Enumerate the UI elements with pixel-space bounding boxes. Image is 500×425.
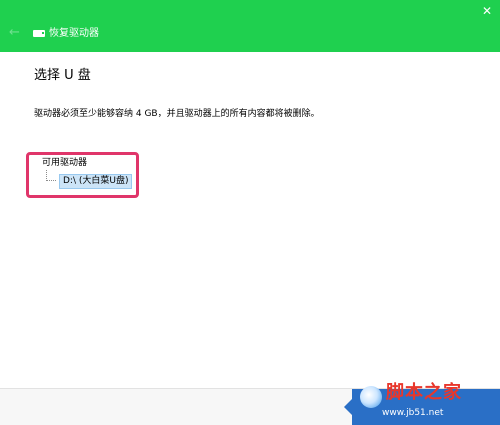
watermark: 脚本之家 www.jb51.net xyxy=(360,378,500,425)
drive-icon xyxy=(33,30,45,37)
instruction-text: 驱动器必须至少能够容纳 4 GB，并且驱动器上的所有内容都将被删除。 xyxy=(34,109,320,119)
window-title: 恢复驱动器 xyxy=(49,28,99,39)
watermark-title: 脚本之家 xyxy=(386,382,462,403)
watermark-url: www.jb51.net xyxy=(382,408,444,418)
available-drives-label: 可用驱动器 xyxy=(42,158,88,168)
recovery-drive-window: ← 恢复驱动器 ✕ 选择 U 盘 驱动器必须至少能够容纳 4 GB，并且驱动器上… xyxy=(0,0,500,425)
back-arrow-icon[interactable]: ← xyxy=(9,26,23,39)
close-icon[interactable]: ✕ xyxy=(480,4,494,18)
tree-connector xyxy=(46,170,56,181)
page-heading: 选择 U 盘 xyxy=(34,68,91,83)
drive-item-d[interactable]: D:\ (大白菜U盘) xyxy=(59,174,133,189)
watermark-logo-icon xyxy=(360,386,382,408)
title-bar: ← 恢复驱动器 ✕ xyxy=(0,0,500,52)
main-content: 选择 U 盘 驱动器必须至少能够容纳 4 GB，并且驱动器上的所有内容都将被删除… xyxy=(22,52,500,390)
